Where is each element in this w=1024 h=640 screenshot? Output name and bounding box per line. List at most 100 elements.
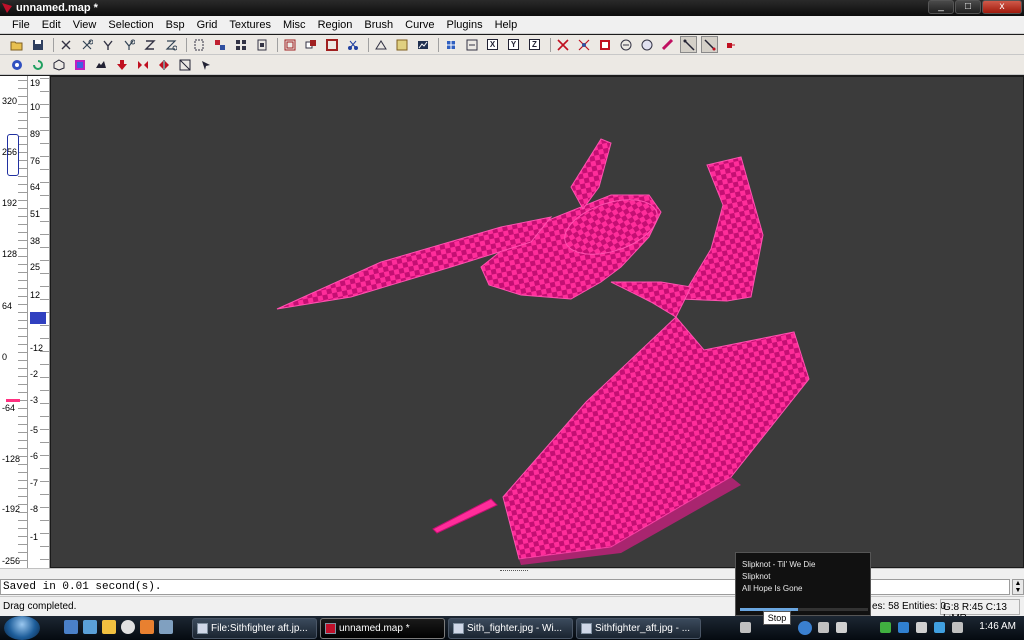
vertex-edit-icon[interactable] <box>554 36 571 53</box>
csg-merge-icon[interactable] <box>302 36 319 53</box>
network-icon[interactable] <box>880 622 891 633</box>
folder-icon[interactable] <box>102 620 116 634</box>
ruler-tick <box>18 360 27 361</box>
menu-region[interactable]: Region <box>312 16 359 33</box>
axis-z-button[interactable]: Z <box>526 36 543 53</box>
menu-help[interactable]: Help <box>489 16 524 33</box>
menu-bar: File Edit View Selection Bsp Grid Textur… <box>0 16 1024 34</box>
menu-view[interactable]: View <box>67 16 103 33</box>
select-complete-tall-icon[interactable] <box>190 36 207 53</box>
refresh-icon[interactable] <box>29 56 46 73</box>
menu-misc[interactable]: Misc <box>277 16 312 33</box>
csg-subtract-icon[interactable] <box>281 36 298 53</box>
axis-x-button[interactable]: X <box>484 36 501 53</box>
rotate-z-icon[interactable] <box>162 36 179 53</box>
clock[interactable]: 1:46 AM <box>979 621 1016 632</box>
task-button-viewer-1[interactable]: Sith_fighter.jpg - Wi... <box>448 618 573 639</box>
scale-lock-icon[interactable] <box>680 36 697 53</box>
menu-brush[interactable]: Brush <box>358 16 399 33</box>
title-bar: unnamed.map * _ □ x <box>0 0 1024 16</box>
cubic-clip-icon[interactable] <box>442 36 459 53</box>
console-scrollbar[interactable]: ▲ ▼ <box>1012 579 1024 595</box>
texture-icon[interactable] <box>71 56 88 73</box>
edge-edit-icon[interactable] <box>575 36 592 53</box>
next-track-icon[interactable] <box>818 622 829 633</box>
tray-app-icon[interactable] <box>952 622 963 633</box>
task-button-viewer-2[interactable]: Sithfighter_aft.jpg - ... <box>576 618 701 639</box>
patch-curve-icon[interactable] <box>8 56 25 73</box>
flip-y-icon[interactable] <box>99 36 116 53</box>
entity-icon[interactable] <box>92 56 109 73</box>
speaker-icon[interactable] <box>916 622 927 633</box>
show-patch-icon[interactable] <box>659 36 676 53</box>
cap-icon[interactable] <box>176 56 193 73</box>
flip-z-icon[interactable] <box>141 36 158 53</box>
ruler-label: 38 <box>30 236 41 246</box>
select-inside-icon[interactable] <box>253 36 270 53</box>
ruler-label: 128 <box>2 249 18 259</box>
task-button-radiant[interactable]: unnamed.map * <box>320 618 445 639</box>
brush-primitive-icon[interactable] <box>722 36 739 53</box>
axis-y-label: Y <box>508 39 519 50</box>
browser-icon[interactable] <box>121 620 135 634</box>
firefox-icon[interactable] <box>140 620 154 634</box>
mirror-icon[interactable] <box>155 56 172 73</box>
clipper-icon[interactable] <box>344 36 361 53</box>
camera-viewport[interactable] <box>50 76 1024 568</box>
close-button[interactable]: x <box>982 0 1022 14</box>
security-icon[interactable] <box>898 622 909 633</box>
console-resize-grip[interactable] <box>500 570 528 573</box>
play-pause-icon[interactable] <box>798 621 812 635</box>
ruler-tick <box>18 80 27 81</box>
texture-view-icon[interactable] <box>393 36 410 53</box>
z-selection-marker[interactable] <box>30 312 46 324</box>
minimize-button[interactable]: _ <box>928 0 954 14</box>
save-icon[interactable] <box>29 36 46 53</box>
tray-player-icon[interactable] <box>740 622 751 633</box>
menu-curve[interactable]: Curve <box>399 16 440 33</box>
down-arrow-icon[interactable] <box>113 56 130 73</box>
rotate-x-icon[interactable] <box>78 36 95 53</box>
drop-entity-icon[interactable] <box>638 36 655 53</box>
start-button[interactable] <box>4 616 40 640</box>
z-range-indicator[interactable] <box>7 134 19 176</box>
camera-move-icon[interactable] <box>463 36 480 53</box>
flip-x-icon[interactable] <box>57 36 74 53</box>
menu-edit[interactable]: Edit <box>36 16 67 33</box>
menu-grid[interactable]: Grid <box>191 16 224 33</box>
menu-textures[interactable]: Textures <box>223 16 277 33</box>
camera-view-icon[interactable] <box>414 36 431 53</box>
patch-bend-icon[interactable] <box>596 36 613 53</box>
hexagon-icon[interactable] <box>50 56 67 73</box>
maximize-button[interactable]: □ <box>955 0 981 14</box>
task-button-firefox[interactable]: File:Sithfighter aft.jp... <box>192 618 317 639</box>
menu-bsp[interactable]: Bsp <box>160 16 191 33</box>
select-partial-tall-icon[interactable] <box>232 36 249 53</box>
show-desktop-icon[interactable] <box>64 620 78 634</box>
menu-selection[interactable]: Selection <box>102 16 159 33</box>
connection-icon[interactable] <box>934 622 945 633</box>
media-app-icon[interactable] <box>159 620 173 634</box>
switch-windows-icon[interactable] <box>83 620 97 634</box>
camera-z-marker[interactable] <box>6 399 20 402</box>
volume-icon[interactable] <box>836 622 847 633</box>
hollow-icon[interactable] <box>323 36 340 53</box>
select-touching-icon[interactable] <box>211 36 228 53</box>
media-progress-bar[interactable] <box>740 608 868 611</box>
arrow-cursor-icon[interactable] <box>197 56 214 73</box>
rotate-y-icon[interactable] <box>120 36 137 53</box>
ruler-tick <box>18 456 27 457</box>
z-ruler-secondary[interactable]: 1910897664513825120-12-2-3-5-6-7-8-1 <box>28 76 50 568</box>
ruler-tick <box>18 304 27 305</box>
open-icon[interactable] <box>8 36 25 53</box>
patch-insdel-icon[interactable] <box>617 36 634 53</box>
change-views-icon[interactable] <box>372 36 389 53</box>
axis-y-button[interactable]: Y <box>505 36 522 53</box>
flip-horizontal-icon[interactable] <box>134 56 151 73</box>
media-track: Slipknot - Til' We Die <box>742 560 816 569</box>
menu-plugins[interactable]: Plugins <box>441 16 489 33</box>
select-func-group-icon[interactable] <box>701 36 718 53</box>
z-ruler[interactable]: 320 256 192 128 64 0 -64 -128 -192 -256 <box>0 76 28 568</box>
menu-file[interactable]: File <box>6 16 36 33</box>
ruler-label: 19 <box>30 78 41 88</box>
